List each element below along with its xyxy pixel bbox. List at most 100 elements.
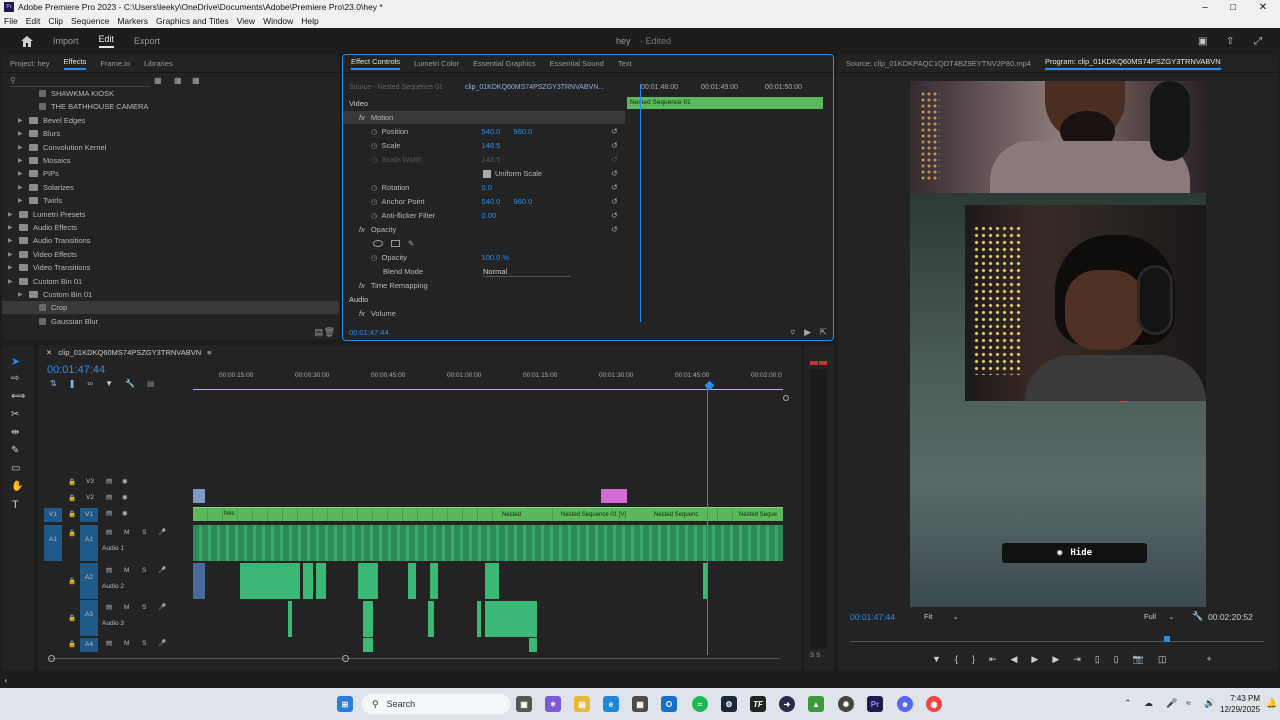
step-forward-icon[interactable]: ▶ (1052, 654, 1059, 665)
mute-button[interactable]: M (124, 640, 129, 647)
scroll-start-handle[interactable] (48, 655, 55, 662)
mute-button[interactable]: M (124, 529, 129, 536)
effects-list-item[interactable]: ▶ Lumetri Presets (2, 208, 339, 221)
reset-icon[interactable]: ↺ (611, 195, 618, 209)
effects-list-item[interactable]: ▶ Twirls (2, 194, 339, 207)
a3-audio-clip[interactable] (428, 601, 434, 637)
solo-button[interactable]: S (142, 640, 146, 647)
ripple-edit-tool-icon[interactable]: ⟺ (11, 391, 25, 402)
a2-audio-clip[interactable] (358, 563, 378, 599)
anchor-y-value[interactable]: 960.0 (514, 197, 533, 206)
sync-lock-icon[interactable]: ▤ (106, 528, 112, 536)
program-video-frame[interactable]: ◉ Hide (910, 81, 1206, 607)
clip-selector[interactable]: clip_01KDKQ60MS74PSZGY3TRNVABVN... (465, 84, 604, 91)
chevron-right-icon[interactable]: ▶ (8, 211, 16, 218)
menu-help[interactable]: Help (301, 16, 318, 26)
microphone-icon[interactable]: 🎤 (158, 639, 166, 647)
lock-icon[interactable]: 🔒 (68, 529, 76, 537)
tab-project[interactable]: Project: hey (10, 59, 50, 68)
minimize-button[interactable]: – (1190, 0, 1220, 14)
workspace-export[interactable]: Export (134, 36, 160, 46)
stopwatch-icon[interactable]: ◷ (371, 127, 378, 136)
menu-sequence[interactable]: Sequence (71, 16, 109, 26)
a2-audio-clip[interactable] (240, 563, 300, 599)
effects-list-item[interactable]: ▶ Bevel Edges (2, 114, 339, 127)
menu-markers[interactable]: Markers (117, 16, 148, 26)
pen-mask-icon[interactable]: ✎ (408, 239, 414, 248)
home-icon[interactable] (21, 35, 33, 47)
app-green-icon[interactable]: ▲ (808, 696, 824, 712)
program-scrubber[interactable] (850, 641, 1264, 642)
add-marker-icon[interactable]: ▼ (932, 654, 941, 665)
volume-icon[interactable]: 🔊 (1204, 698, 1215, 709)
effects-list-item[interactable]: ▶ Blurs (2, 127, 339, 140)
mark-in-icon[interactable]: { (955, 654, 958, 665)
a3-audio-clip[interactable] (485, 601, 537, 637)
fx-icon[interactable]: fx (359, 281, 365, 290)
tab-libraries[interactable]: Libraries (144, 59, 173, 68)
notifications-icon[interactable]: 🔔 (1266, 698, 1277, 709)
lock-icon[interactable]: 🔒 (68, 478, 76, 486)
wrench-icon[interactable]: 🔧 (1192, 611, 1203, 622)
solo-button[interactable]: S (142, 529, 146, 536)
export-frame-icon[interactable]: 📷 (1133, 654, 1144, 665)
tab-essential-graphics[interactable]: Essential Graphics (473, 59, 536, 68)
tab-effect-controls[interactable]: Effect Controls (351, 57, 401, 70)
ec-nested-clip[interactable]: Nested Sequence 01 (627, 97, 823, 109)
uniform-scale-checkbox[interactable] (483, 169, 491, 178)
linked-selection-icon[interactable]: ∞ (87, 379, 93, 388)
steam-icon[interactable]: ⚙ (721, 696, 737, 712)
timeline-playhead[interactable] (707, 387, 708, 655)
antiflicker-value[interactable]: 0.00 (482, 211, 497, 220)
reset-icon[interactable]: ↺ (611, 181, 618, 195)
menu-edit[interactable]: Edit (26, 16, 41, 26)
a3-audio-clip[interactable] (477, 601, 481, 637)
fx-icon[interactable]: fx (359, 225, 365, 234)
chevron-right-icon[interactable]: ▶ (8, 237, 16, 244)
clock[interactable]: 7:43 PM 12/29/2025 (1220, 693, 1260, 715)
a2-audio-clip[interactable] (303, 563, 313, 599)
mute-button[interactable]: M (124, 604, 129, 611)
effects-list-item[interactable]: Gaussian Blur (2, 315, 339, 328)
yuv-effects-icon[interactable]: ▦ (192, 76, 200, 85)
a2-audio-clip[interactable] (485, 563, 499, 599)
menu-graphics[interactable]: Graphics and Titles (156, 16, 229, 26)
work-area-bar[interactable] (193, 389, 783, 390)
track-name-a4[interactable]: A4 (80, 638, 98, 652)
blend-mode-select[interactable]: Normal (483, 267, 571, 277)
hand-tool-icon[interactable]: ✋ (11, 481, 23, 492)
chevron-right-icon[interactable]: ▶ (8, 264, 16, 271)
microphone-icon[interactable]: 🎤 (158, 528, 166, 536)
effects-list-item[interactable]: ▶ Solarizes (2, 181, 339, 194)
chevron-right-icon[interactable]: ▶ (8, 251, 16, 258)
meter-solo-buttons[interactable]: S S (810, 652, 820, 659)
a2-audio-clip[interactable] (193, 563, 205, 599)
ec-timecode[interactable]: 00:01:47:44 (349, 328, 389, 337)
effects-list-item[interactable]: ▶ Custom Bin 01 (2, 288, 339, 301)
chevron-right-icon[interactable]: ▶ (18, 117, 26, 124)
tab-frameio[interactable]: Frame.io (100, 59, 130, 68)
cloud-icon[interactable]: ☁ (1144, 698, 1153, 709)
step-back-icon[interactable]: ◀ (1011, 654, 1018, 665)
sync-lock-icon[interactable]: ▤ (106, 509, 112, 517)
v2-clip-pink[interactable] (601, 489, 627, 503)
mark-out-icon[interactable]: } (972, 654, 975, 665)
filter-icon[interactable]: ▿ (790, 327, 795, 338)
captions-icon[interactable]: ▤ (147, 379, 155, 388)
compare-icon[interactable]: ◫ (1158, 654, 1167, 665)
store-icon[interactable]: ▦ (632, 696, 648, 712)
quality-select[interactable]: Full ⌄ (1144, 612, 1184, 621)
tab-effects[interactable]: Effects (63, 57, 87, 70)
chevron-right-icon[interactable]: ▶ (18, 157, 26, 164)
chevron-right-icon[interactable]: ▶ (8, 278, 16, 285)
track-select-tool-icon[interactable]: ⇨ (11, 373, 19, 384)
scroll-handle-icon[interactable] (783, 395, 789, 401)
program-timecode[interactable]: 00:01:47:44 (850, 612, 895, 622)
v1-clip[interactable]: Nested Seque (736, 507, 783, 521)
app-arrow-icon[interactable]: ➜ (779, 696, 795, 712)
share-icon[interactable]: ⇧ (1226, 36, 1234, 47)
slip-tool-icon[interactable]: ⇹ (11, 427, 19, 438)
export-icon[interactable]: ⇱ (819, 327, 827, 338)
premiere-taskbar-icon[interactable]: Pr (867, 696, 883, 712)
chevron-right-icon[interactable]: ▶ (18, 291, 26, 298)
